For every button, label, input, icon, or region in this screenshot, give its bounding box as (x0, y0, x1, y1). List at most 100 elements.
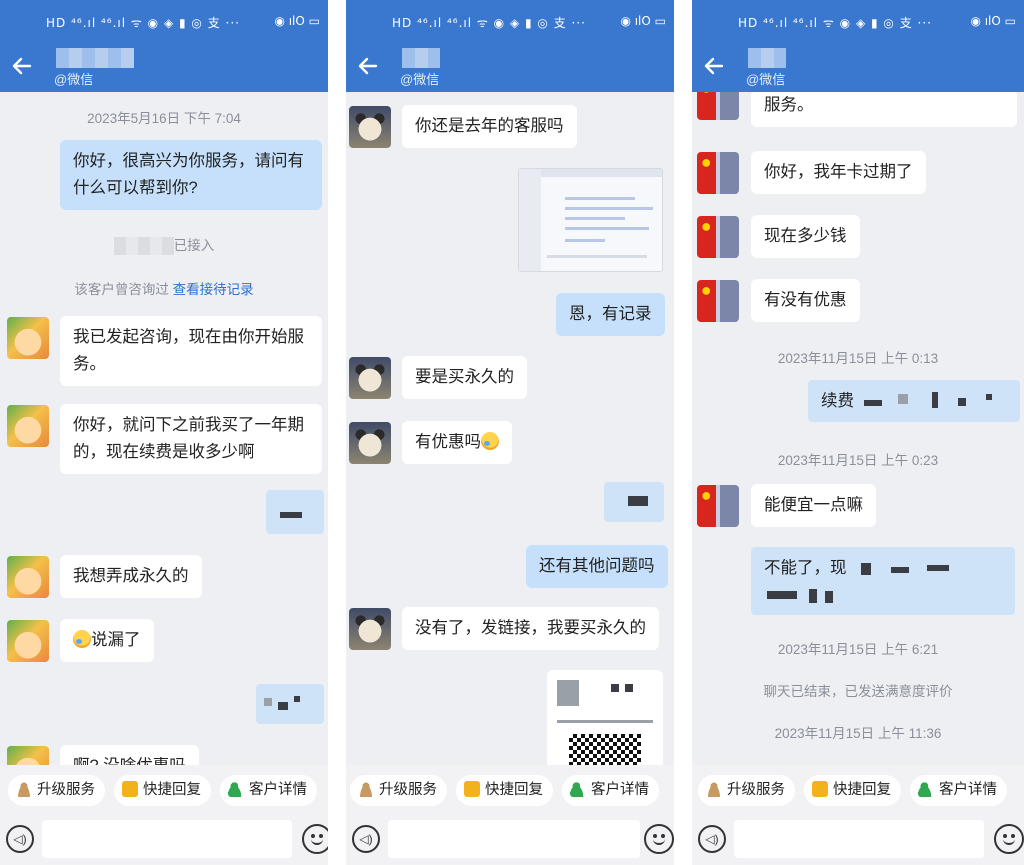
system-notice: 聊天已结束，已发送满意度评价 (763, 684, 953, 699)
input-bar: ◁) (0, 815, 328, 865)
message-bubble-customer[interactable]: 我想弄成永久的 (60, 555, 202, 598)
quick-actions-bar: 升级服务 快捷回复 客户详情 (0, 765, 328, 815)
message-bubble-customer[interactable]: 要是买永久的 (402, 356, 527, 399)
customer-avatar[interactable] (697, 92, 739, 120)
redacted-message[interactable] (266, 490, 324, 534)
redacted-message[interactable] (604, 482, 664, 522)
message-bubble-customer[interactable]: 有优惠吗 (402, 421, 512, 464)
timestamp: 2023年11月15日 上午 11:36 (774, 726, 942, 741)
screenshot-image[interactable] (518, 168, 663, 272)
back-arrow-icon[interactable] (10, 54, 34, 78)
back-arrow-icon[interactable] (356, 54, 380, 78)
contact-source: @微信 (400, 72, 440, 87)
message-input[interactable] (388, 820, 640, 858)
timestamp: 2023年11月15日 上午 0:13 (777, 351, 939, 366)
payment-link-card[interactable] (547, 670, 663, 765)
message-bubble-agent[interactable]: 恩，有记录 (556, 293, 665, 336)
system-notice: 已接入 (0, 234, 328, 256)
view-history-link[interactable]: 查看接待记录 (173, 282, 254, 297)
chat-panel-1: HD ⁴⁶.ıl ⁴⁶.ıl ᯤ ◉ ◈ ▮ ◎ 支 ··· ◉ ılO ▭ @… (0, 0, 328, 865)
user-icon (358, 781, 374, 797)
contact-name-redacted (402, 48, 440, 68)
status-icons-right: ◉ ılO ▭ (274, 14, 320, 28)
customer-avatar[interactable] (7, 405, 49, 447)
timestamp: 2023年11月15日 上午 6:21 (777, 642, 939, 657)
upgrade-service-button[interactable]: 升级服务 (8, 775, 105, 806)
upgrade-service-button[interactable]: 升级服务 (698, 775, 795, 806)
customer-details-button[interactable]: 客户详情 (910, 775, 1007, 806)
contact-source: @微信 (54, 72, 94, 87)
input-bar: ◁) (346, 815, 674, 865)
message-input[interactable] (42, 820, 292, 858)
quick-actions-bar: 升级服务 快捷回复 客户详情 (346, 765, 674, 815)
back-arrow-icon[interactable] (702, 54, 726, 78)
input-bar: ◁) (692, 815, 1024, 865)
customer-avatar[interactable] (7, 620, 49, 662)
message-bubble-customer[interactable]: 能便宜一点嘛 (751, 484, 876, 527)
message-bubble-customer[interactable]: 我已发起咨询，现在由你开始服务。 (60, 316, 322, 386)
crying-emoji-icon (73, 630, 91, 648)
timestamp: 2023年5月16日 下午 7:04 (87, 111, 241, 126)
customer-icon (570, 781, 586, 797)
message-bubble-customer[interactable]: 有没有优惠 (751, 279, 860, 322)
voice-input-icon[interactable]: ◁) (6, 825, 34, 853)
emoji-picker-icon[interactable] (302, 824, 328, 854)
status-icons-right: ◉ ılO ▭ (970, 14, 1016, 28)
title-bar: @微信 (0, 44, 328, 92)
message-bubble-customer[interactable]: 你好，我年卡过期了 (751, 151, 926, 194)
quick-reply-button[interactable]: 快捷回复 (114, 775, 211, 806)
title-bar: @微信 (692, 44, 1024, 92)
message-list[interactable]: 2023年5月16日 下午 7:04 你好，很高兴为你服务，请问有什么可以帮到你… (0, 92, 328, 765)
contact-name-redacted (56, 48, 134, 68)
quick-reply-button[interactable]: 快捷回复 (804, 775, 901, 806)
crying-emoji-icon (481, 432, 499, 450)
customer-avatar[interactable] (697, 280, 739, 322)
message-bubble-customer[interactable]: 没有了，发链接，我要买永久的 (402, 607, 659, 650)
message-bubble-customer[interactable]: 说漏了 (60, 619, 154, 662)
message-bubble-customer[interactable]: 现在多少钱 (751, 215, 860, 258)
customer-icon (918, 781, 934, 797)
customer-avatar[interactable] (697, 216, 739, 258)
emoji-picker-icon[interactable] (994, 824, 1024, 854)
quick-reply-icon (464, 781, 480, 797)
redacted-name (113, 237, 174, 256)
message-list[interactable]: 你还是去年的客服吗 恩，有记录 要是买永久的 有优惠吗 还有其他问题吗 没有了，… (346, 92, 674, 765)
emoji-picker-icon[interactable] (644, 824, 674, 854)
message-bubble-customer[interactable]: 你还是去年的客服吗 (402, 105, 577, 148)
redacted-message[interactable]: 不能了，现 (751, 547, 1015, 615)
customer-avatar[interactable] (349, 106, 391, 148)
message-list[interactable]: 服务。 你好，我年卡过期了 现在多少钱 有没有优惠 2023年11月15日 上午… (692, 92, 1024, 765)
customer-avatar[interactable] (7, 317, 49, 359)
voice-input-icon[interactable]: ◁) (698, 825, 726, 853)
message-bubble-agent[interactable]: 你好，很高兴为你服务，请问有什么可以帮到你? (60, 140, 322, 210)
qr-code (569, 734, 641, 765)
status-icons-left: HD ⁴⁶.ıl ⁴⁶.ıl ᯤ ◉ ◈ ▮ ◎ 支 ··· (738, 16, 932, 30)
message-bubble-customer[interactable]: 你好，就问下之前我买了一年期的，现在续费是收多少啊 (60, 404, 322, 474)
quick-reply-icon (122, 781, 138, 797)
redacted-message[interactable]: 续费 (808, 380, 1020, 422)
status-bar: HD ⁴⁶.ıl ⁴⁶.ıl ᯤ ◉ ◈ ▮ ◎ 支 ··· ◉ ılO ▭ (0, 0, 328, 44)
message-input[interactable] (734, 820, 984, 858)
redacted-message[interactable] (256, 684, 324, 724)
customer-details-button[interactable]: 客户详情 (562, 775, 659, 806)
voice-input-icon[interactable]: ◁) (352, 825, 380, 853)
customer-avatar[interactable] (697, 485, 739, 527)
customer-details-button[interactable]: 客户详情 (220, 775, 317, 806)
message-bubble-customer[interactable]: 服务。 (751, 92, 1017, 127)
contact-source: @微信 (746, 72, 786, 87)
customer-avatar[interactable] (349, 357, 391, 399)
customer-avatar[interactable] (349, 608, 391, 650)
customer-avatar[interactable] (7, 746, 49, 765)
user-icon (706, 781, 722, 797)
customer-avatar[interactable] (697, 152, 739, 194)
customer-avatar[interactable] (349, 422, 391, 464)
upgrade-service-button[interactable]: 升级服务 (350, 775, 447, 806)
status-icons-right: ◉ ılO ▭ (620, 14, 666, 28)
chat-panel-3: HD ⁴⁶.ıl ⁴⁶.ıl ᯤ ◉ ◈ ▮ ◎ 支 ··· ◉ ılO ▭ @… (692, 0, 1024, 865)
message-bubble-customer[interactable]: 啊? 没啥优惠吗 (60, 745, 199, 765)
status-icons-left: HD ⁴⁶.ıl ⁴⁶.ıl ᯤ ◉ ◈ ▮ ◎ 支 ··· (46, 16, 240, 30)
message-bubble-agent[interactable]: 还有其他问题吗 (526, 545, 668, 588)
quick-reply-button[interactable]: 快捷回复 (456, 775, 553, 806)
customer-icon (228, 781, 244, 797)
customer-avatar[interactable] (7, 556, 49, 598)
